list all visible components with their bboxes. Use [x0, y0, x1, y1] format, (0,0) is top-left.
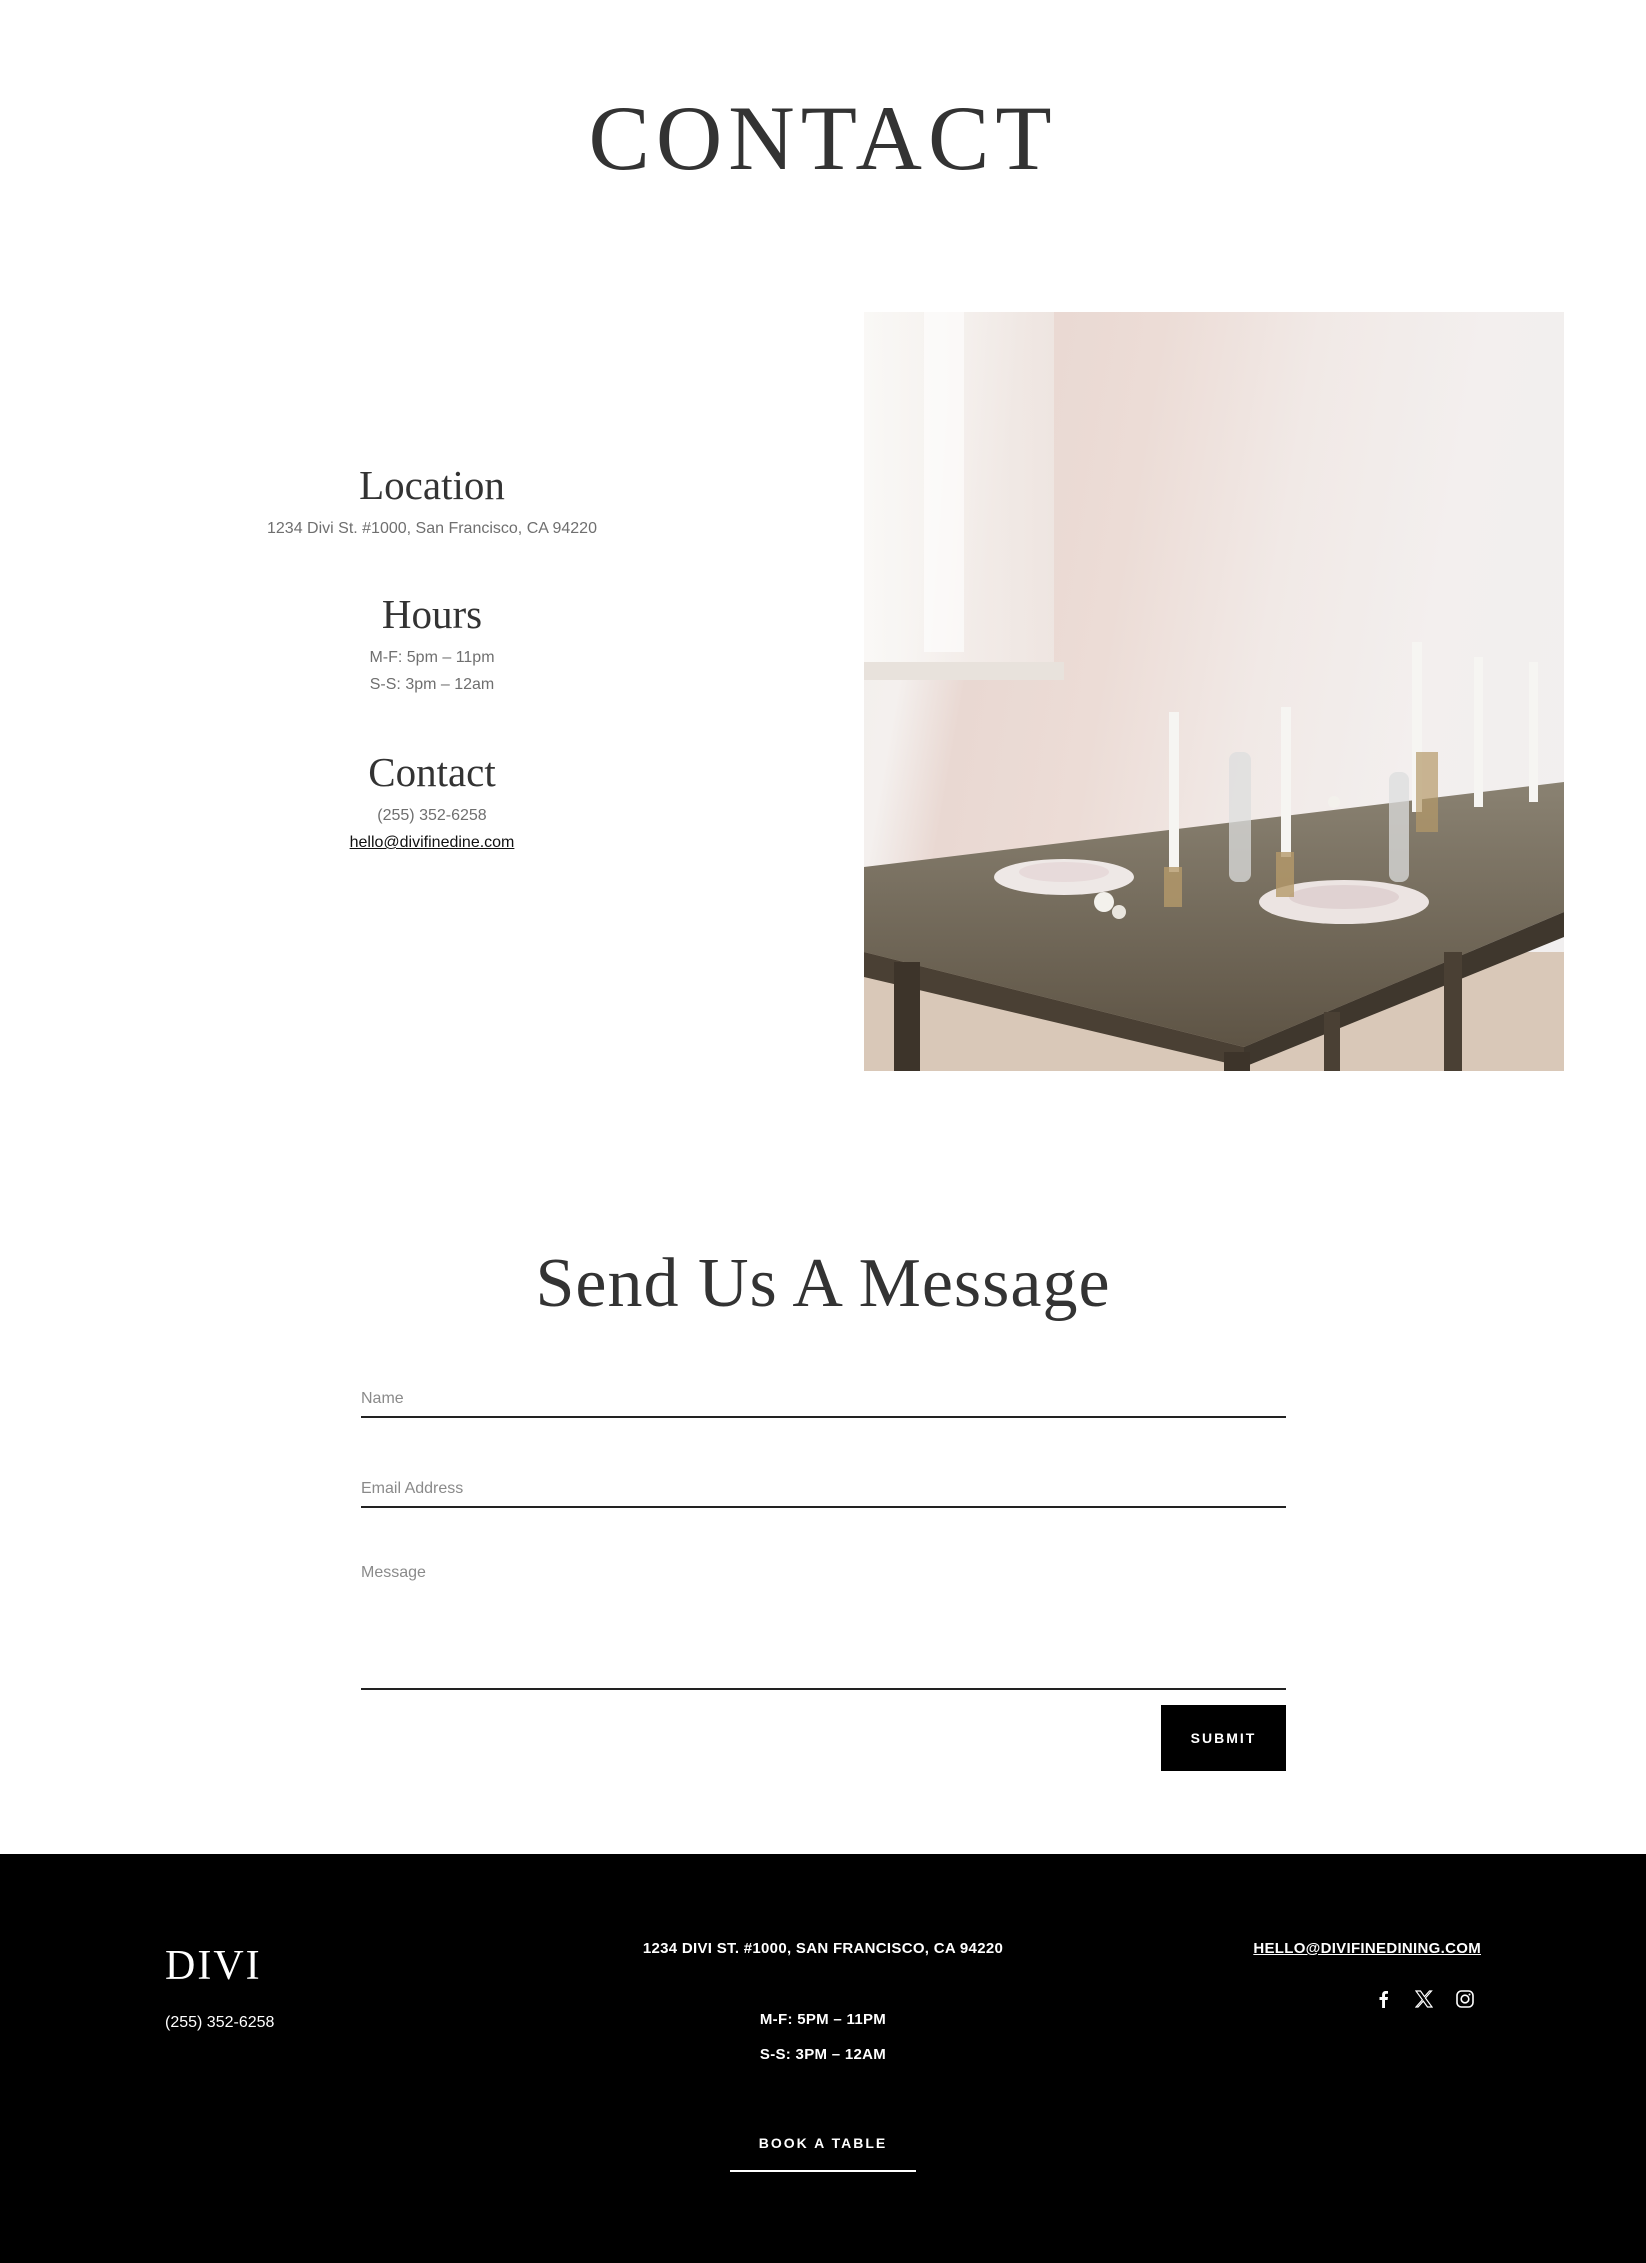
contact-phone: (255) 352-6258: [377, 807, 487, 825]
page-title: CONTACT: [588, 87, 1058, 189]
dining-table-photo: [864, 312, 1564, 1071]
facebook-icon[interactable]: [1372, 1988, 1394, 2010]
contact-email-link[interactable]: hello@divifinedine.com: [350, 834, 515, 851]
footer-email-link[interactable]: HELLO@DIVIFINEDINING.COM: [1253, 1940, 1481, 1957]
location-heading: Location: [359, 462, 505, 508]
footer-hours-weekend: S-S: 3PM – 12AM: [759, 2046, 887, 2063]
location-address: 1234 Divi St. #1000, San Francisco, CA 9…: [267, 520, 597, 538]
footer: DIVI (255) 352-6258 1234 DIVI ST. #1000,…: [0, 1854, 1646, 2263]
hours-block: Hours M-F: 5pm – 11pm S-S: 3pm – 12am: [232, 591, 632, 698]
email-field[interactable]: [361, 1460, 1286, 1508]
hours-weekday: M-F: 5pm – 11pm: [369, 649, 495, 667]
contact-block: Contact (255) 352-6258 hello@divifinedin…: [232, 749, 632, 856]
hours-heading: Hours: [381, 591, 483, 637]
footer-hours-weekday: M-F: 5PM – 11PM: [759, 2011, 887, 2028]
form-title: Send Us A Message: [535, 1245, 1111, 1322]
submit-button[interactable]: SUBMIT: [1161, 1705, 1286, 1771]
contact-heading: Contact: [368, 749, 496, 795]
location-block: Location 1234 Divi St. #1000, San Franci…: [232, 462, 632, 542]
name-field[interactable]: [361, 1370, 1286, 1418]
x-icon[interactable]: [1413, 1988, 1435, 2010]
book-table-button[interactable]: BOOK A TABLE: [730, 2136, 916, 2172]
message-field[interactable]: [361, 1552, 1286, 1690]
hours-weekend: S-S: 3pm – 12am: [369, 676, 495, 694]
instagram-icon[interactable]: [1454, 1988, 1476, 2010]
